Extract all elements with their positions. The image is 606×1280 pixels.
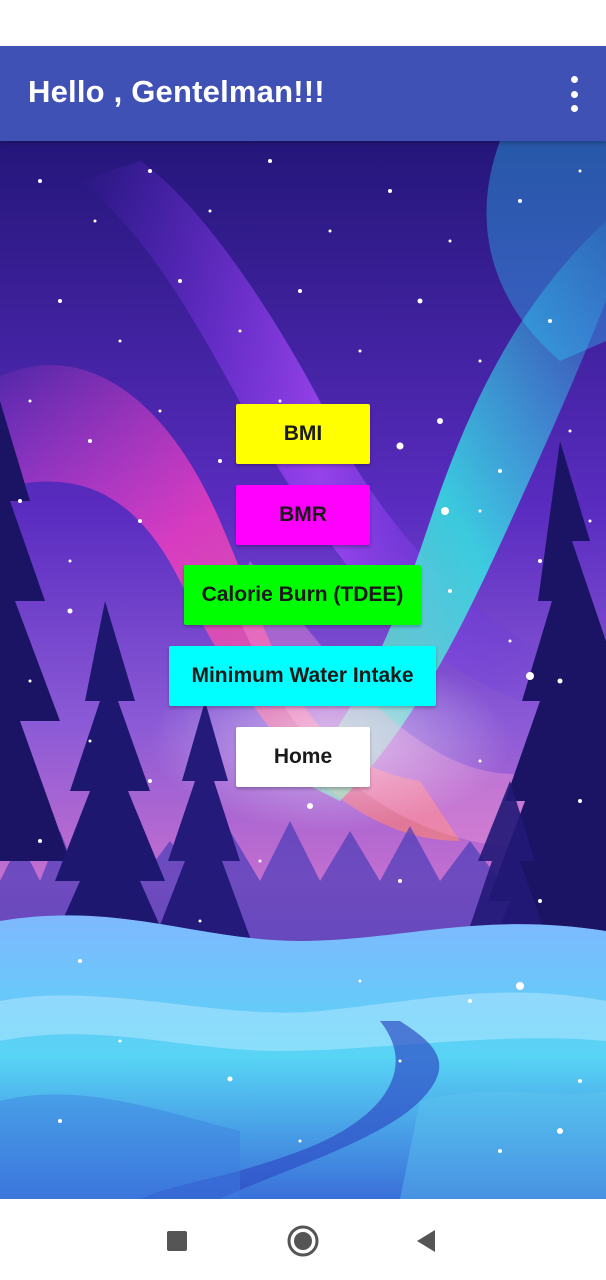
minimum-water-intake-button[interactable]: Minimum Water Intake bbox=[169, 646, 436, 706]
menu-dot bbox=[570, 76, 578, 83]
app-bar: Hello , Gentelman!!! bbox=[0, 46, 606, 141]
app-title: Hello , Gentelman!!! bbox=[28, 74, 325, 109]
triangle-back-icon[interactable] bbox=[406, 1221, 446, 1261]
menu-dot bbox=[570, 105, 578, 112]
bmi-button[interactable]: BMI bbox=[236, 404, 370, 464]
menu-dot bbox=[570, 90, 578, 98]
circle-home-icon[interactable] bbox=[283, 1221, 323, 1261]
bmr-button[interactable]: BMR bbox=[236, 485, 370, 545]
calorie-burn-tdee-button[interactable]: Calorie Burn (TDEE) bbox=[184, 565, 421, 625]
system-navigation-bar bbox=[0, 1199, 606, 1280]
more-vert-icon[interactable] bbox=[564, 76, 584, 112]
status-bar bbox=[0, 0, 606, 46]
square-recents-icon[interactable] bbox=[157, 1221, 197, 1261]
home-button[interactable]: Home bbox=[236, 727, 370, 787]
